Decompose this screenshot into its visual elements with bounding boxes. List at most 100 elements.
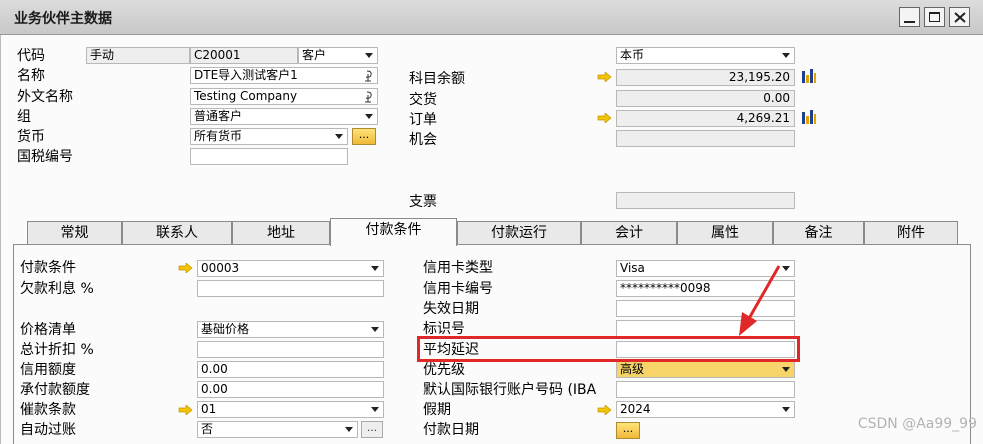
chevron-down-icon: [371, 266, 379, 271]
chevron-down-icon: [782, 53, 790, 58]
chevron-down-icon: [782, 367, 790, 372]
maximize-button[interactable]: [924, 7, 945, 27]
interest-label: 欠款利息 %: [20, 281, 94, 297]
payment-date-more-button[interactable]: ...: [616, 422, 640, 439]
tax-id-field[interactable]: [190, 148, 348, 165]
opportunity-label: 机会: [409, 132, 437, 148]
group-select[interactable]: 普通客户: [190, 108, 378, 125]
bp-type-value: 客户: [302, 48, 327, 62]
currency-select[interactable]: 所有货币: [190, 128, 348, 145]
link-arrow-icon[interactable]: [597, 405, 612, 415]
chevron-down-icon: [365, 114, 373, 119]
payment-terms-select[interactable]: 00003: [197, 260, 384, 277]
chevron-down-icon: [345, 427, 353, 432]
holiday-value: 2024: [620, 402, 651, 416]
maximize-icon: [929, 12, 940, 22]
dunning-value: 01: [201, 402, 217, 416]
foreign-name-field[interactable]: Testing Company: [190, 88, 378, 105]
tab-accounting[interactable]: 会计: [581, 221, 677, 245]
bar-chart-icon[interactable]: [801, 109, 817, 125]
delivery-field: 0.00: [616, 90, 795, 107]
tab-general[interactable]: 常规: [27, 221, 122, 245]
card-type-value: Visa: [620, 261, 645, 275]
balance-label: 科目余额: [409, 71, 465, 87]
tab-properties[interactable]: 属性: [677, 221, 773, 245]
iban-label: 默认国际银行账户号码 (IBA: [423, 382, 597, 398]
interest-field[interactable]: [197, 280, 384, 297]
price-list-value: 基础价格: [201, 322, 250, 336]
credit-limit-field[interactable]: 0.00: [197, 361, 384, 378]
order-label: 订单: [409, 112, 437, 128]
numbering-mode-select[interactable]: 手动: [86, 47, 190, 64]
group-label: 组: [17, 109, 31, 125]
delivery-label: 交货: [409, 92, 437, 108]
tab-remarks[interactable]: 备注: [773, 221, 864, 245]
currency-view-select[interactable]: 本币: [616, 47, 795, 64]
link-arrow-icon[interactable]: [178, 263, 193, 273]
chevron-down-icon: [371, 407, 379, 412]
discount-field[interactable]: [197, 341, 384, 358]
opportunity-field: [616, 130, 795, 147]
payment-date-label: 付款日期: [423, 422, 479, 438]
chevron-down-icon: [371, 327, 379, 332]
currency-label: 货币: [17, 129, 45, 145]
annotation-arrow-icon: [739, 265, 781, 336]
foreign-name-label: 外文名称: [17, 89, 73, 105]
currency-value: 所有货币: [194, 129, 243, 143]
holiday-select[interactable]: 2024: [616, 401, 795, 418]
iban-field[interactable]: [616, 381, 795, 398]
order-field: 4,269.21: [616, 110, 795, 127]
auto-post-value: 否: [201, 422, 214, 436]
tab-contacts[interactable]: 联系人: [122, 221, 232, 245]
credit-limit-label: 信用额度: [20, 362, 76, 378]
link-arrow-icon[interactable]: [178, 405, 193, 415]
tab-addresses[interactable]: 地址: [232, 221, 330, 245]
bar-chart-icon[interactable]: [801, 68, 817, 84]
window-title: 业务伙伴主数据: [14, 11, 112, 27]
priority-select[interactable]: 高级: [616, 361, 795, 378]
dunning-select[interactable]: 01: [197, 401, 384, 418]
dunning-label: 催款条款: [20, 402, 76, 418]
minimize-icon: [904, 21, 915, 23]
currency-view-value: 本币: [620, 48, 645, 62]
payment-terms-label: 付款条件: [20, 260, 76, 276]
link-arrow-icon[interactable]: [597, 113, 612, 123]
translate-icon[interactable]: [364, 70, 373, 82]
price-list-label: 价格清单: [20, 322, 76, 338]
watermark-text: CSDN @Aa99_99: [857, 416, 977, 432]
price-list-select[interactable]: 基础价格: [197, 321, 384, 338]
minimize-button[interactable]: [899, 7, 920, 27]
commitment-limit-label: 承付款额度: [20, 382, 90, 398]
tab-payment-run[interactable]: 付款运行: [457, 221, 581, 245]
auto-post-label: 自动过账: [20, 422, 76, 438]
discount-label: 总计折扣 %: [20, 342, 94, 358]
currency-more-button[interactable]: ...: [352, 128, 376, 145]
bp-type-select[interactable]: 客户: [298, 47, 378, 64]
foreign-name-value: Testing Company: [194, 89, 298, 103]
tax-id-label: 国税编号: [17, 149, 73, 165]
chevron-down-icon: [782, 407, 790, 412]
code-label: 代码: [17, 48, 45, 64]
window-titlebar: 业务伙伴主数据: [0, 0, 983, 35]
name-field[interactable]: DTE导入测试客户1: [190, 67, 378, 84]
card-number-label: 信用卡编号: [423, 281, 493, 297]
link-arrow-icon[interactable]: [597, 72, 612, 82]
tab-payment-terms[interactable]: 付款条件: [330, 218, 457, 246]
card-type-label: 信用卡类型: [423, 260, 493, 276]
chevron-down-icon: [335, 134, 343, 139]
tab-attachments[interactable]: 附件: [864, 221, 958, 245]
name-label: 名称: [17, 68, 45, 84]
close-button[interactable]: [949, 7, 970, 27]
priority-label: 优先级: [423, 362, 465, 378]
auto-post-select[interactable]: 否: [197, 421, 358, 438]
expiry-date-label: 失效日期: [423, 301, 479, 317]
chevron-down-icon: [365, 53, 373, 58]
name-value: DTE导入测试客户1: [194, 68, 298, 82]
translate-icon[interactable]: [364, 91, 373, 103]
commitment-limit-field[interactable]: 0.00: [197, 381, 384, 398]
holiday-label: 假期: [423, 402, 451, 418]
cheque-field: [616, 192, 795, 209]
cheque-label: 支票: [409, 194, 437, 210]
auto-post-more-button[interactable]: ...: [361, 421, 383, 438]
code-field[interactable]: C20001: [190, 47, 298, 64]
